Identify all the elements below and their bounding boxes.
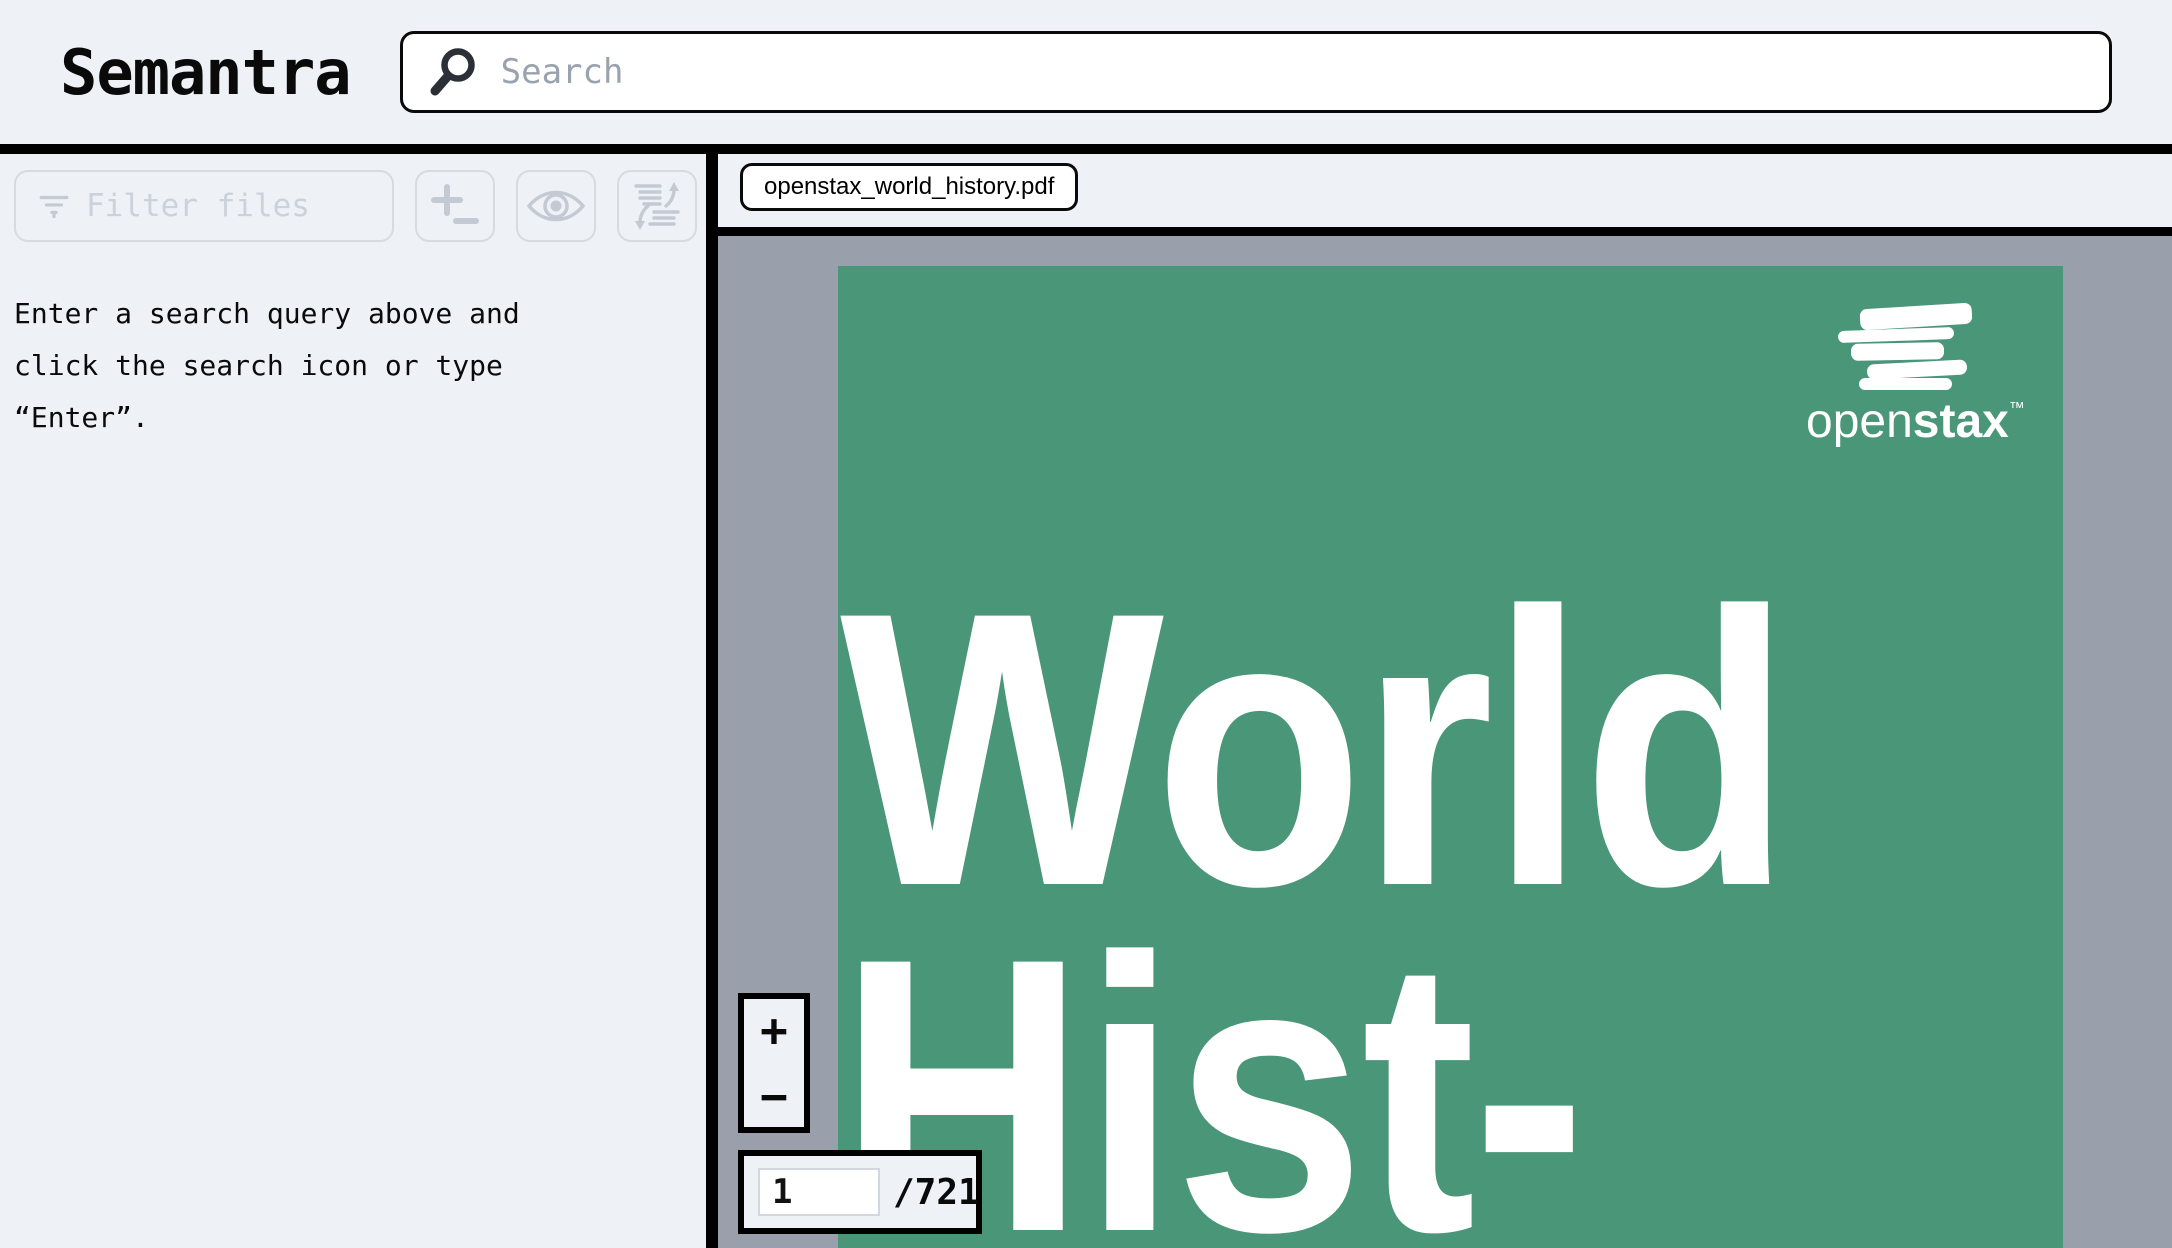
zoom-controls: + − (738, 993, 810, 1133)
plus-minus-icon (431, 184, 479, 228)
search-icon[interactable] (427, 46, 479, 98)
main-panel: openstax_world_history.pdf openstax™ Wor… (718, 154, 2172, 1248)
add-remove-files-button[interactable] (415, 170, 495, 242)
trademark-symbol: ™ (2009, 400, 2025, 417)
page-total-label: /721 (893, 1172, 980, 1213)
openstax-logo-bar (1859, 378, 1952, 390)
openstax-logo-bar (1838, 327, 1954, 343)
app-header: Semantra (0, 0, 2172, 144)
page-navigation: /721 (738, 1150, 982, 1234)
tab-bar-divider (718, 227, 2172, 236)
pdf-viewport[interactable]: openstax™ World Hist- + − /721 (718, 236, 2172, 1248)
search-input[interactable] (501, 42, 2109, 102)
app-logo: Semantra (60, 36, 351, 109)
content-area: Enter a search query above and click the… (0, 154, 2172, 1248)
preview-toggle-button[interactable] (516, 170, 596, 242)
filter-box (14, 170, 394, 242)
zoom-in-button[interactable]: + (760, 1007, 788, 1053)
sidebar: Enter a search query above and click the… (0, 154, 706, 1248)
filter-icon (38, 192, 70, 220)
openstax-wordmark: openstax™ (1806, 398, 2025, 446)
openstax-logo-bar (1851, 342, 1944, 361)
search-bar (400, 31, 2112, 113)
sort-order-button[interactable] (617, 170, 697, 242)
sort-sync-icon (630, 182, 684, 230)
search-instructions: Enter a search query above and click the… (14, 288, 594, 444)
sidebar-divider (706, 154, 718, 1248)
openstax-logo-bar (1867, 359, 1968, 379)
page-number-input[interactable] (758, 1168, 880, 1216)
sidebar-toolbar (14, 170, 706, 242)
filter-files-input[interactable] (86, 188, 386, 224)
eye-icon (526, 186, 586, 226)
openstax-wordmark-stax: stax (1913, 395, 2009, 448)
pdf-page-cover: openstax™ World Hist- (838, 266, 2063, 1248)
header-divider (0, 144, 2172, 154)
zoom-out-button[interactable]: − (760, 1073, 788, 1119)
openstax-logo-bar (1859, 303, 1972, 331)
openstax-wordmark-open: open (1806, 395, 1913, 448)
file-tab[interactable]: openstax_world_history.pdf (740, 163, 1078, 211)
app-window: Semantra (0, 0, 2172, 1248)
tab-bar: openstax_world_history.pdf (718, 154, 2172, 227)
